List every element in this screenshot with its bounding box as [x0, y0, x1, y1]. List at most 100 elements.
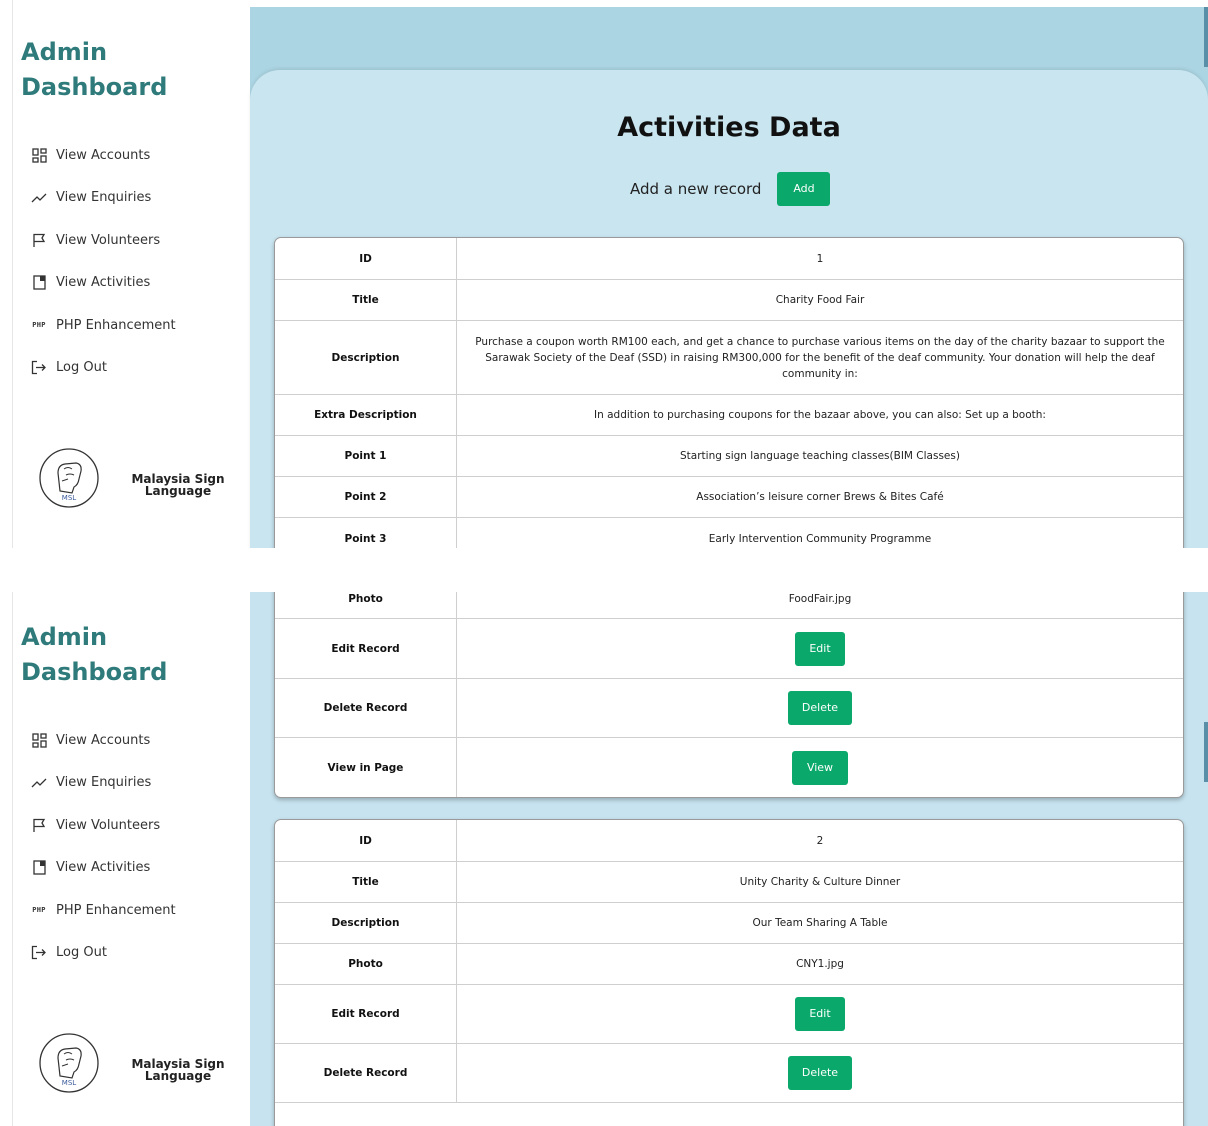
label-photo: Photo — [275, 592, 457, 618]
value-extra-description: In addition to purchasing coupons for th… — [594, 409, 1046, 421]
table-row: Edit Record Edit — [275, 619, 1183, 679]
value-id: 1 — [816, 252, 824, 265]
table-row: Description Our Team Sharing A Table — [275, 903, 1183, 944]
label-description: Description — [275, 321, 457, 394]
add-button[interactable]: Add — [777, 172, 831, 206]
trend-icon — [29, 190, 49, 206]
sidebar-item-view-enquiries[interactable]: View Enquiries — [29, 177, 249, 220]
scrollbar-thumb[interactable] — [1204, 722, 1208, 782]
screenshot-top: Admin Dashboard View Accounts View Enqui… — [0, 0, 1208, 548]
label-description: Description — [275, 903, 457, 943]
record-card-2: ID 2 Title Unity Charity & Culture Dinne… — [274, 819, 1184, 1126]
logo-caption: Malaysia Sign Language — [131, 472, 225, 498]
edit-button[interactable]: Edit — [795, 997, 845, 1031]
scrollbar-thumb[interactable] — [1204, 7, 1208, 67]
logout-icon — [29, 945, 49, 961]
label-delete-record: Delete Record — [275, 679, 457, 737]
sidebar-item-label: PHP Enhancement — [56, 902, 176, 918]
sidebar-item-label: View Enquiries — [56, 775, 152, 791]
flag-icon — [29, 232, 49, 248]
table-row: Photo CNY1.jpg — [275, 944, 1183, 985]
sidebar-item-php-enhancement[interactable]: PHP PHP Enhancement — [29, 889, 249, 932]
sidebar: Admin Dashboard View Accounts View Enqui… — [12, 0, 250, 548]
table-row: Title Unity Charity & Culture Dinner — [275, 862, 1183, 903]
value-description: Our Team Sharing A Table — [752, 917, 888, 929]
label-point-3: Point 3 — [275, 518, 457, 548]
label-extra-description: Extra Description — [275, 395, 457, 435]
label-edit-record: Edit Record — [275, 985, 457, 1043]
sidebar-item-label: Log Out — [56, 945, 107, 961]
add-record-row: Add a new record Add — [630, 171, 831, 207]
logo-caption: Malaysia Sign Language — [131, 1057, 225, 1083]
sidebar-item-label: Log Out — [56, 360, 107, 376]
document-icon — [29, 860, 49, 876]
table-row: Title Charity Food Fair — [275, 280, 1183, 321]
table-row: View in Page View — [275, 738, 1183, 797]
table-row: Point 3 Early Intervention Community Pro… — [275, 518, 1183, 548]
page-title: Activities Data — [617, 112, 841, 143]
dashboard-title: Admin Dashboard — [21, 623, 168, 686]
label-photo: Photo — [275, 944, 457, 984]
sidebar-item-label: View Volunteers — [56, 817, 161, 833]
sidebar-item-php-enhancement[interactable]: PHP PHP Enhancement — [29, 304, 249, 347]
value-point-2: Association’s leisure corner Brews & Bit… — [696, 491, 944, 503]
sidebar-item-view-activities[interactable]: View Activities — [29, 847, 249, 890]
grid-icon — [29, 147, 49, 163]
logo-mark-text: MSL — [62, 1079, 76, 1087]
table-row: Description Purchase a coupon worth RM10… — [275, 321, 1183, 395]
record-card-1: ID 1 Title Charity Food Fair Description… — [274, 237, 1184, 548]
label-id: ID — [275, 238, 457, 279]
value-title: Charity Food Fair — [775, 294, 865, 306]
view-button[interactable]: View — [792, 750, 848, 785]
dashboard-title: Admin Dashboard — [21, 38, 168, 101]
msl-logo: MSL — [38, 1032, 100, 1094]
edit-button[interactable]: Edit — [795, 631, 845, 666]
delete-button[interactable]: Delete — [788, 1056, 852, 1090]
sidebar-item-label: View Enquiries — [56, 190, 152, 206]
sidebar-item-log-out[interactable]: Log Out — [29, 347, 249, 390]
document-icon — [29, 275, 49, 291]
sidebar-item-label: View Accounts — [56, 147, 151, 163]
label-id: ID — [275, 820, 457, 861]
sidebar-item-view-volunteers[interactable]: View Volunteers — [29, 804, 249, 847]
table-row: Edit Record Edit — [275, 985, 1183, 1044]
value-id: 2 — [816, 834, 824, 847]
php-icon: PHP — [32, 906, 46, 915]
value-point-3: Early Intervention Community Programme — [708, 532, 932, 545]
sidebar-item-view-volunteers[interactable]: View Volunteers — [29, 219, 249, 262]
sidebar-nav: View Accounts View Enquiries View Volunt… — [29, 134, 249, 389]
table-row: Delete Record Delete — [275, 1044, 1183, 1103]
table-row: Point 1 Starting sign language teaching … — [275, 436, 1183, 477]
add-record-label: Add a new record — [630, 180, 762, 198]
label-title: Title — [275, 280, 457, 320]
table-row: Point 2 Association’s leisure corner Bre… — [275, 477, 1183, 518]
msl-logo: MSL — [38, 447, 100, 509]
sidebar-item-view-enquiries[interactable]: View Enquiries — [29, 762, 249, 805]
flag-icon — [29, 817, 49, 833]
label-edit-record: Edit Record — [275, 619, 457, 678]
value-photo: CNY1.jpg — [796, 958, 844, 970]
php-icon: PHP — [32, 321, 46, 330]
screenshot-bottom: Admin Dashboard View Accounts View Enqui… — [0, 592, 1208, 1126]
table-row: Delete Record Delete — [275, 679, 1183, 738]
table-row: ID 1 — [275, 238, 1183, 280]
sidebar-item-view-accounts[interactable]: View Accounts — [29, 134, 249, 177]
value-description: Purchase a coupon worth RM100 each, and … — [475, 335, 1165, 380]
logo-mark-text: MSL — [62, 494, 76, 502]
label-view-in-page: View in Page — [275, 738, 457, 797]
sidebar-item-label: View Accounts — [56, 732, 151, 748]
trend-icon — [29, 775, 49, 791]
sidebar: Admin Dashboard View Accounts View Enqui… — [12, 592, 250, 1126]
record-card-1-continued: Photo FoodFair.jpg Edit Record Edit Dele… — [274, 592, 1184, 798]
value-point-1: Starting sign language teaching classes(… — [680, 450, 960, 462]
label-delete-record: Delete Record — [275, 1044, 457, 1102]
delete-button[interactable]: Delete — [788, 691, 852, 725]
logout-icon — [29, 360, 49, 376]
sidebar-item-view-accounts[interactable]: View Accounts — [29, 719, 249, 762]
sidebar-item-view-activities[interactable]: View Activities — [29, 262, 249, 305]
value-photo: FoodFair.jpg — [788, 593, 852, 605]
table-row: ID 2 — [275, 820, 1183, 862]
sidebar-item-log-out[interactable]: Log Out — [29, 932, 249, 975]
sidebar-item-label: View Volunteers — [56, 232, 161, 248]
sidebar-nav: View Accounts View Enquiries View Volunt… — [29, 719, 249, 974]
